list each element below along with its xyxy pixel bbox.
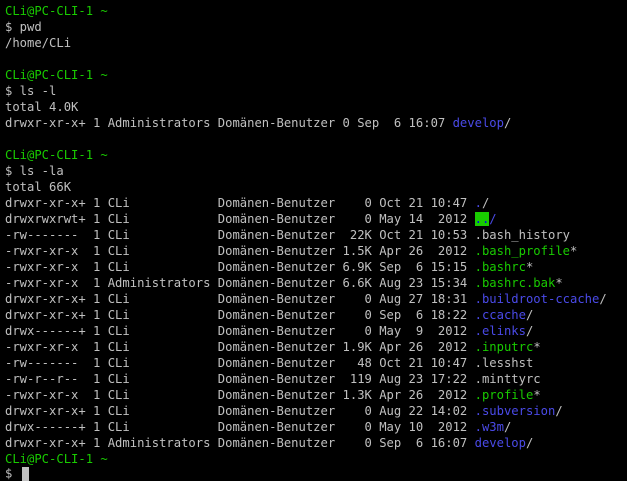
command-line: $ pwd (5, 20, 42, 34)
file-entry-row: drwxr-xr-x+ 1 CLi Domänen-Benutzer 0 Oct… (5, 195, 489, 211)
file-type-suffix: * (533, 388, 541, 402)
file-name: .ccache (474, 308, 526, 322)
file-entry-row: drwxr-xr-x+ 1 Administrators Domänen-Ben… (5, 115, 511, 131)
file-entry-row: -rwxr-xr-x 1 CLi Domänen-Benutzer 1.5K A… (5, 243, 577, 259)
file-metadata: drwxr-xr-x+ 1 Administrators Domänen-Ben… (5, 436, 475, 450)
file-metadata: drwx------+ 1 CLi Domänen-Benutzer 0 May… (5, 324, 475, 338)
file-entry-row: drwxr-xr-x+ 1 CLi Domänen-Benutzer 0 Sep… (5, 307, 533, 323)
file-metadata: drwxr-xr-x+ 1 CLi Domänen-Benutzer 0 Aug… (5, 292, 475, 306)
file-name: .. (474, 212, 490, 226)
file-type-suffix: / (599, 292, 607, 306)
file-entry-row: -rwxr-xr-x 1 CLi Domänen-Benutzer 1.9K A… (5, 339, 541, 355)
file-name: .inputrc (474, 340, 534, 354)
file-name: .w3m (474, 420, 504, 434)
file-entry-row: -rw------- 1 CLi Domänen-Benutzer 48 Oct… (5, 355, 533, 371)
file-metadata: drwx------+ 1 CLi Domänen-Benutzer 0 May… (5, 420, 475, 434)
file-metadata: -rwxr-xr-x 1 CLi Domänen-Benutzer 1.9K A… (5, 340, 475, 354)
prompt-line: CLi@PC-CLI-1 ~ (5, 68, 108, 82)
file-entry-row: drwx------+ 1 CLi Domänen-Benutzer 0 May… (5, 323, 533, 339)
file-name: .lesshst (474, 356, 534, 370)
file-entry-row: drwxr-xr-x+ 1 Administrators Domänen-Ben… (5, 435, 533, 451)
file-metadata: -rw-r--r-- 1 CLi Domänen-Benutzer 119 Au… (5, 372, 475, 386)
command-line: $ ls -la (5, 164, 64, 178)
file-metadata: drwxr-xr-x+ 1 Administrators Domänen-Ben… (5, 116, 453, 130)
file-entry-row: drwx------+ 1 CLi Domänen-Benutzer 0 May… (5, 419, 511, 435)
file-name: .elinks (474, 324, 526, 338)
file-metadata: drwxr-xr-x+ 1 CLi Domänen-Benutzer 0 Oct… (5, 196, 475, 210)
file-name: develop (474, 436, 526, 450)
file-name: .buildroot-ccache (474, 292, 600, 306)
file-metadata: drwxr-xr-x+ 1 CLi Domänen-Benutzer 0 Sep… (5, 308, 475, 322)
file-type-suffix: / (481, 196, 490, 210)
file-name: .bash_history (474, 228, 570, 242)
file-metadata: drwxrwxrwt+ 1 CLi Domänen-Benutzer 0 May… (5, 212, 475, 226)
file-type-suffix: / (555, 404, 563, 418)
command-output: /home/CLi (5, 36, 72, 50)
file-name: .bashrc.bak (474, 276, 556, 290)
file-name: develop (452, 116, 504, 130)
file-name: .subversion (474, 404, 556, 418)
active-command-line[interactable]: $ (5, 467, 29, 481)
file-name: .profile (474, 388, 534, 402)
file-entry-row: drwxr-xr-x+ 1 CLi Domänen-Benutzer 0 Aug… (5, 291, 607, 307)
file-name: .bash_profile (474, 244, 570, 258)
file-metadata: -rwxr-xr-x 1 CLi Domänen-Benutzer 6.9K S… (5, 260, 475, 274)
terminal-window[interactable]: CLi@PC-CLI-1 ~ $ pwd /home/CLi CLi@PC-CL… (0, 0, 627, 481)
file-entry-row: -rwxr-xr-x 1 CLi Domänen-Benutzer 1.3K A… (5, 387, 541, 403)
listing-total: total 66K (5, 180, 72, 194)
file-name: .bashrc (474, 260, 526, 274)
text-cursor (21, 467, 29, 481)
file-type-suffix: / (503, 116, 512, 130)
file-type-suffix: / (503, 420, 512, 434)
file-metadata: drwxr-xr-x+ 1 CLi Domänen-Benutzer 0 Aug… (5, 404, 475, 418)
file-metadata: -rw------- 1 CLi Domänen-Benutzer 22K Oc… (5, 228, 475, 242)
file-entry-row: -rw------- 1 CLi Domänen-Benutzer 22K Oc… (5, 227, 570, 243)
file-entry-row: drwxr-xr-x+ 1 CLi Domänen-Benutzer 0 Aug… (5, 403, 563, 419)
prompt-line: CLi@PC-CLI-1 ~ (5, 4, 108, 18)
file-type-suffix: * (555, 276, 563, 290)
file-metadata: -rwxr-xr-x 1 CLi Domänen-Benutzer 1.3K A… (5, 388, 475, 402)
prompt-line: CLi@PC-CLI-1 ~ (5, 452, 108, 466)
file-type-suffix: / (489, 212, 497, 226)
file-entry-row: -rwxr-xr-x 1 CLi Domänen-Benutzer 6.9K S… (5, 259, 533, 275)
file-entry-row: -rw-r--r-- 1 CLi Domänen-Benutzer 119 Au… (5, 371, 541, 387)
file-entry-row: -rwxr-xr-x 1 Administrators Domänen-Benu… (5, 275, 563, 291)
file-type-suffix: / (525, 308, 534, 322)
listing-total: total 4.0K (5, 100, 79, 114)
file-type-suffix: / (525, 324, 534, 338)
command-line: $ ls -l (5, 84, 57, 98)
file-name: .minttyrc (474, 372, 541, 386)
file-name: . (474, 196, 482, 210)
prompt-symbol: $ (5, 466, 20, 481)
file-entry-row: drwxrwxrwt+ 1 CLi Domänen-Benutzer 0 May… (5, 211, 497, 227)
file-metadata: -rw------- 1 CLi Domänen-Benutzer 48 Oct… (5, 356, 475, 370)
file-type-suffix: * (525, 260, 534, 274)
prompt-line: CLi@PC-CLI-1 ~ (5, 148, 108, 162)
file-metadata: -rwxr-xr-x 1 Administrators Domänen-Benu… (5, 276, 475, 290)
file-type-suffix: / (525, 436, 534, 450)
file-type-suffix: * (533, 340, 541, 354)
file-type-suffix: * (570, 244, 578, 258)
file-metadata: -rwxr-xr-x 1 CLi Domänen-Benutzer 1.5K A… (5, 244, 475, 258)
